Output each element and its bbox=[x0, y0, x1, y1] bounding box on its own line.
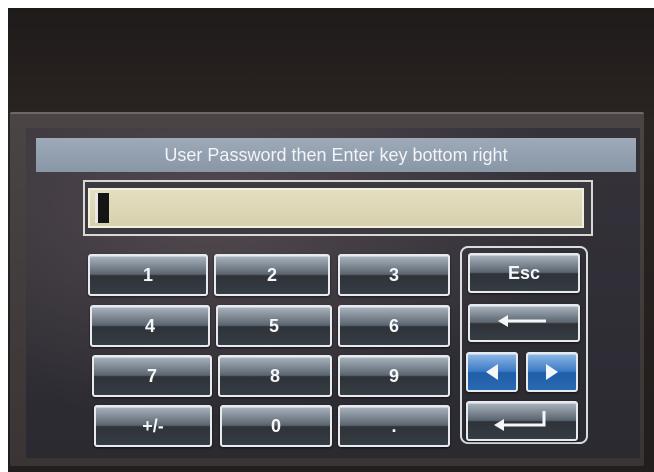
key-plus-minus[interactable]: +/- bbox=[94, 405, 212, 447]
dialog-title: User Password then Enter key bottom righ… bbox=[36, 138, 636, 172]
key-6[interactable]: 6 bbox=[338, 305, 450, 347]
key-9[interactable]: 9 bbox=[338, 355, 450, 397]
key-2[interactable]: 2 bbox=[214, 254, 330, 296]
key-4[interactable]: 4 bbox=[90, 305, 210, 347]
enter-return-icon bbox=[494, 411, 546, 431]
backspace-button[interactable] bbox=[468, 304, 580, 342]
esc-button[interactable]: Esc bbox=[468, 253, 580, 293]
triangle-right-icon bbox=[546, 364, 558, 380]
text-cursor bbox=[95, 193, 109, 223]
left-arrow-icon bbox=[498, 315, 546, 327]
key-8[interactable]: 8 bbox=[218, 355, 332, 397]
key-3[interactable]: 3 bbox=[338, 254, 450, 296]
triangle-left-icon bbox=[486, 364, 498, 380]
key-0[interactable]: 0 bbox=[220, 405, 332, 447]
key-5[interactable]: 5 bbox=[216, 305, 332, 347]
password-field[interactable] bbox=[88, 188, 584, 228]
cursor-left-button[interactable] bbox=[466, 352, 518, 392]
key-1[interactable]: 1 bbox=[88, 254, 208, 296]
enter-button[interactable] bbox=[466, 401, 578, 441]
cursor-right-button[interactable] bbox=[526, 352, 578, 392]
key-decimal-point[interactable]: . bbox=[338, 405, 450, 447]
key-7[interactable]: 7 bbox=[92, 355, 212, 397]
